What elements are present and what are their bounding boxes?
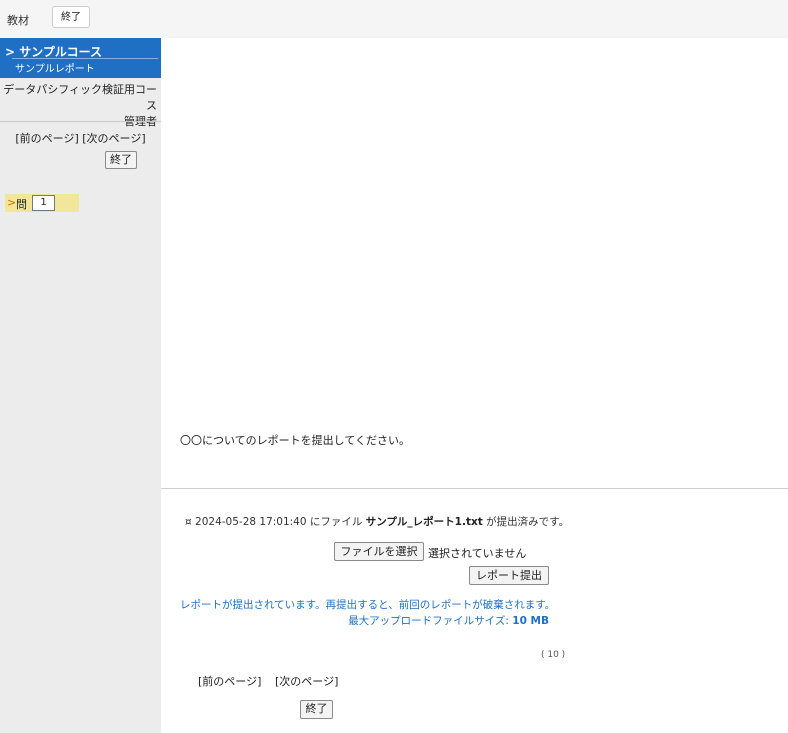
sidebar-divider <box>0 121 161 122</box>
course-org: データパシフィック検証用コース 管理者 <box>0 82 157 130</box>
status-suffix: が提出済みです。 <box>486 516 570 528</box>
status-prefix: にファイル <box>309 516 363 528</box>
sidebar-next-page-link[interactable]: [次のページ] <box>82 132 145 145</box>
sidebar-prev-page-link[interactable]: [前のページ] <box>15 132 78 145</box>
sidebar-end-button[interactable]: 終了 <box>105 151 137 169</box>
bullet-icon: ¤ <box>185 516 192 528</box>
submitted-filename: サンプル_レポート1.txt <box>365 516 483 528</box>
toolbar-label: 教材 <box>7 14 29 27</box>
course-header-divider <box>12 58 158 59</box>
sidebar-item-question-1[interactable]: > 問 1 <box>5 194 79 212</box>
question-text: 〇〇についてのレポートを提出してください。 <box>180 434 411 447</box>
submission-timestamp: 2024-05-28 17:01:40 <box>195 516 307 528</box>
chevron-right-icon: > <box>7 196 17 209</box>
resubmit-warning: レポートが提出されています。再提出すると、前回のレポートが破棄されます。 <box>180 599 556 611</box>
user-role: 管理者 <box>124 115 157 128</box>
content-divider <box>161 488 788 489</box>
file-select-button[interactable]: ファイルを選択 <box>334 542 424 561</box>
bottom-end-button[interactable]: 終了 <box>300 700 333 719</box>
course-header[interactable]: > サンプルコース サンプルレポート <box>0 38 161 78</box>
sidebar-page-nav: [前のページ] [次のページ] <box>0 130 161 146</box>
course-title-text: サンプルコース <box>19 45 103 59</box>
question-number-box[interactable]: 1 <box>32 195 55 211</box>
question-label: 問 <box>16 198 27 211</box>
max-size-label: 最大アップロードファイルサイズ: <box>348 615 509 627</box>
sidebar: > サンプルコース サンプルレポート データパシフィック検証用コース 管理者 [… <box>0 38 161 733</box>
submission-status: ¤ 2024-05-28 17:01:40 にファイル サンプル_レポート1.t… <box>185 514 569 529</box>
next-page-link[interactable]: [次のページ] <box>275 673 338 689</box>
report-submit-button[interactable]: レポート提出 <box>469 566 549 585</box>
org-name: データパシフィック検証用コース <box>3 83 157 112</box>
top-toolbar: 教材 終了 <box>0 0 788 38</box>
max-upload-size: 最大アップロードファイルサイズ: 10 MB <box>348 613 549 628</box>
report-title: サンプルレポート <box>15 64 95 75</box>
top-end-button[interactable]: 終了 <box>52 6 90 28</box>
page-indicator: ( 10 ) <box>541 650 566 660</box>
main-content: 〇〇についてのレポートを提出してください。 ¤ 2024-05-28 17:01… <box>161 38 788 733</box>
max-size-value: 10 MB <box>512 615 549 627</box>
chevron-right-icon: > <box>5 45 16 59</box>
file-select-status: 選択されていません <box>428 547 527 560</box>
prev-page-link[interactable]: [前のページ] <box>198 673 261 689</box>
